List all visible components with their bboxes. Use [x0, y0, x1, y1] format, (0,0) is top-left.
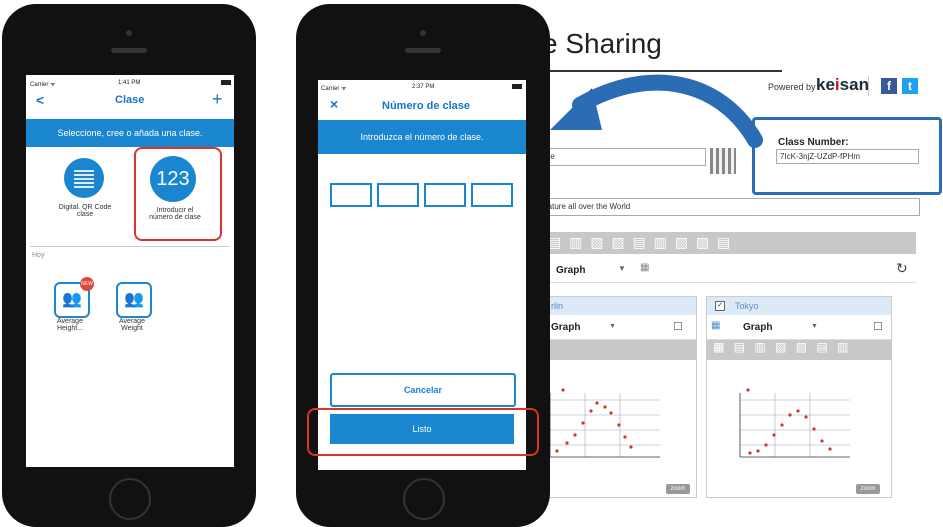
twitter-icon[interactable]: t: [902, 78, 918, 94]
digit-field-1[interactable]: [330, 183, 372, 207]
carrier-status: Carrier ᯤ: [321, 86, 347, 92]
panel-toolbar[interactable]: ▦ ▤ ▥ ▧ ▨ ▤ ▥: [707, 340, 891, 360]
time-status: 1:41 PM: [118, 80, 141, 86]
chevron-down-icon[interactable]: ▼: [811, 323, 818, 330]
panel-header: ✓ Tokyo: [707, 297, 891, 315]
new-badge: NEW: [80, 277, 94, 291]
instruction-banner: Seleccione, cree o añada una clase.: [26, 119, 234, 147]
divider: [868, 76, 869, 96]
nav-title: Clase: [115, 94, 145, 106]
qr-option-label: Digital. QR Code clase: [58, 204, 112, 218]
zoom-button[interactable]: zoom: [856, 484, 880, 494]
edit-icon[interactable]: ☐: [873, 320, 883, 333]
page-title: e Sharing: [542, 28, 662, 59]
class-number-label: Class Number:: [778, 137, 849, 148]
chevron-down-icon[interactable]: ▼: [618, 264, 626, 273]
instruction-banner: Introduzca el número de clase.: [318, 120, 526, 154]
number-option-label: Introducir el número de clase: [149, 207, 201, 221]
speaker: [405, 48, 441, 53]
close-icon[interactable]: ×: [330, 96, 338, 112]
carrier-status: Carrier ᯤ: [30, 82, 56, 88]
zoom-button[interactable]: zoom: [666, 484, 690, 494]
berlin-mini-chart: [549, 388, 660, 458]
add-button[interactable]: +: [212, 89, 223, 110]
tokyo-mini-chart: [739, 388, 850, 458]
graph-dropdown[interactable]: Graph: [556, 265, 585, 276]
battery-icon: [512, 84, 522, 89]
chart-icon[interactable]: ▦: [711, 320, 720, 331]
powered-by-label: Powered by: [768, 82, 816, 92]
home-button[interactable]: [109, 478, 151, 520]
panel-graph-dropdown[interactable]: Graph: [743, 322, 772, 333]
brand-part-c: san: [839, 75, 869, 94]
digit-field-3[interactable]: [424, 183, 466, 207]
class-label-height: Average Height...: [56, 318, 84, 332]
facebook-icon[interactable]: f: [881, 78, 897, 94]
qr-code-icon[interactable]: [710, 148, 736, 174]
nav-title: Número de clase: [382, 100, 471, 112]
edit-icon[interactable]: ☐: [673, 320, 683, 333]
class-number-field[interactable]: 7IcK-3njZ-UZdP-fPHm: [776, 149, 919, 164]
panel-graph-row: ▦ Graph ▼ ☐: [707, 315, 891, 340]
speaker: [111, 48, 147, 53]
panel-graph-dropdown[interactable]: Graph: [551, 322, 580, 333]
number-option-button[interactable]: 123: [150, 156, 196, 202]
checkbox[interactable]: ✓: [715, 301, 725, 311]
description-field[interactable]: emperature all over the World: [520, 198, 920, 216]
brand-part-a: ke: [816, 75, 835, 94]
refresh-icon[interactable]: ↻: [896, 260, 908, 277]
section-today: Hoy: [32, 252, 45, 259]
chart-type-icons[interactable]: ▤ ▥ ▧ ▨ ▤ ▥ ▧ ▨ ▤: [548, 234, 732, 251]
cancel-button[interactable]: Cancelar: [330, 373, 516, 407]
divider: [30, 246, 230, 247]
front-camera: [420, 30, 426, 36]
qr-code-icon: [74, 168, 94, 188]
ok-button[interactable]: Listo: [330, 414, 514, 444]
class-card-weight[interactable]: 👥: [116, 282, 152, 318]
class-label-weight: Average Weight: [119, 318, 145, 332]
chevron-down-icon[interactable]: ▼: [609, 323, 616, 330]
digit-field-2[interactable]: [377, 183, 419, 207]
battery-icon: [221, 80, 231, 85]
front-camera: [126, 30, 132, 36]
digit-field-4[interactable]: [471, 183, 513, 207]
back-button[interactable]: <: [36, 92, 44, 108]
arrow-graphic: [550, 74, 763, 148]
time-status: 2:37 PM: [412, 84, 435, 90]
home-button[interactable]: [403, 478, 445, 520]
grid-icon[interactable]: ▦: [640, 262, 649, 273]
panel-title-tokyo: Tokyo: [735, 301, 759, 311]
keisan-logo[interactable]: keisan: [816, 75, 869, 95]
